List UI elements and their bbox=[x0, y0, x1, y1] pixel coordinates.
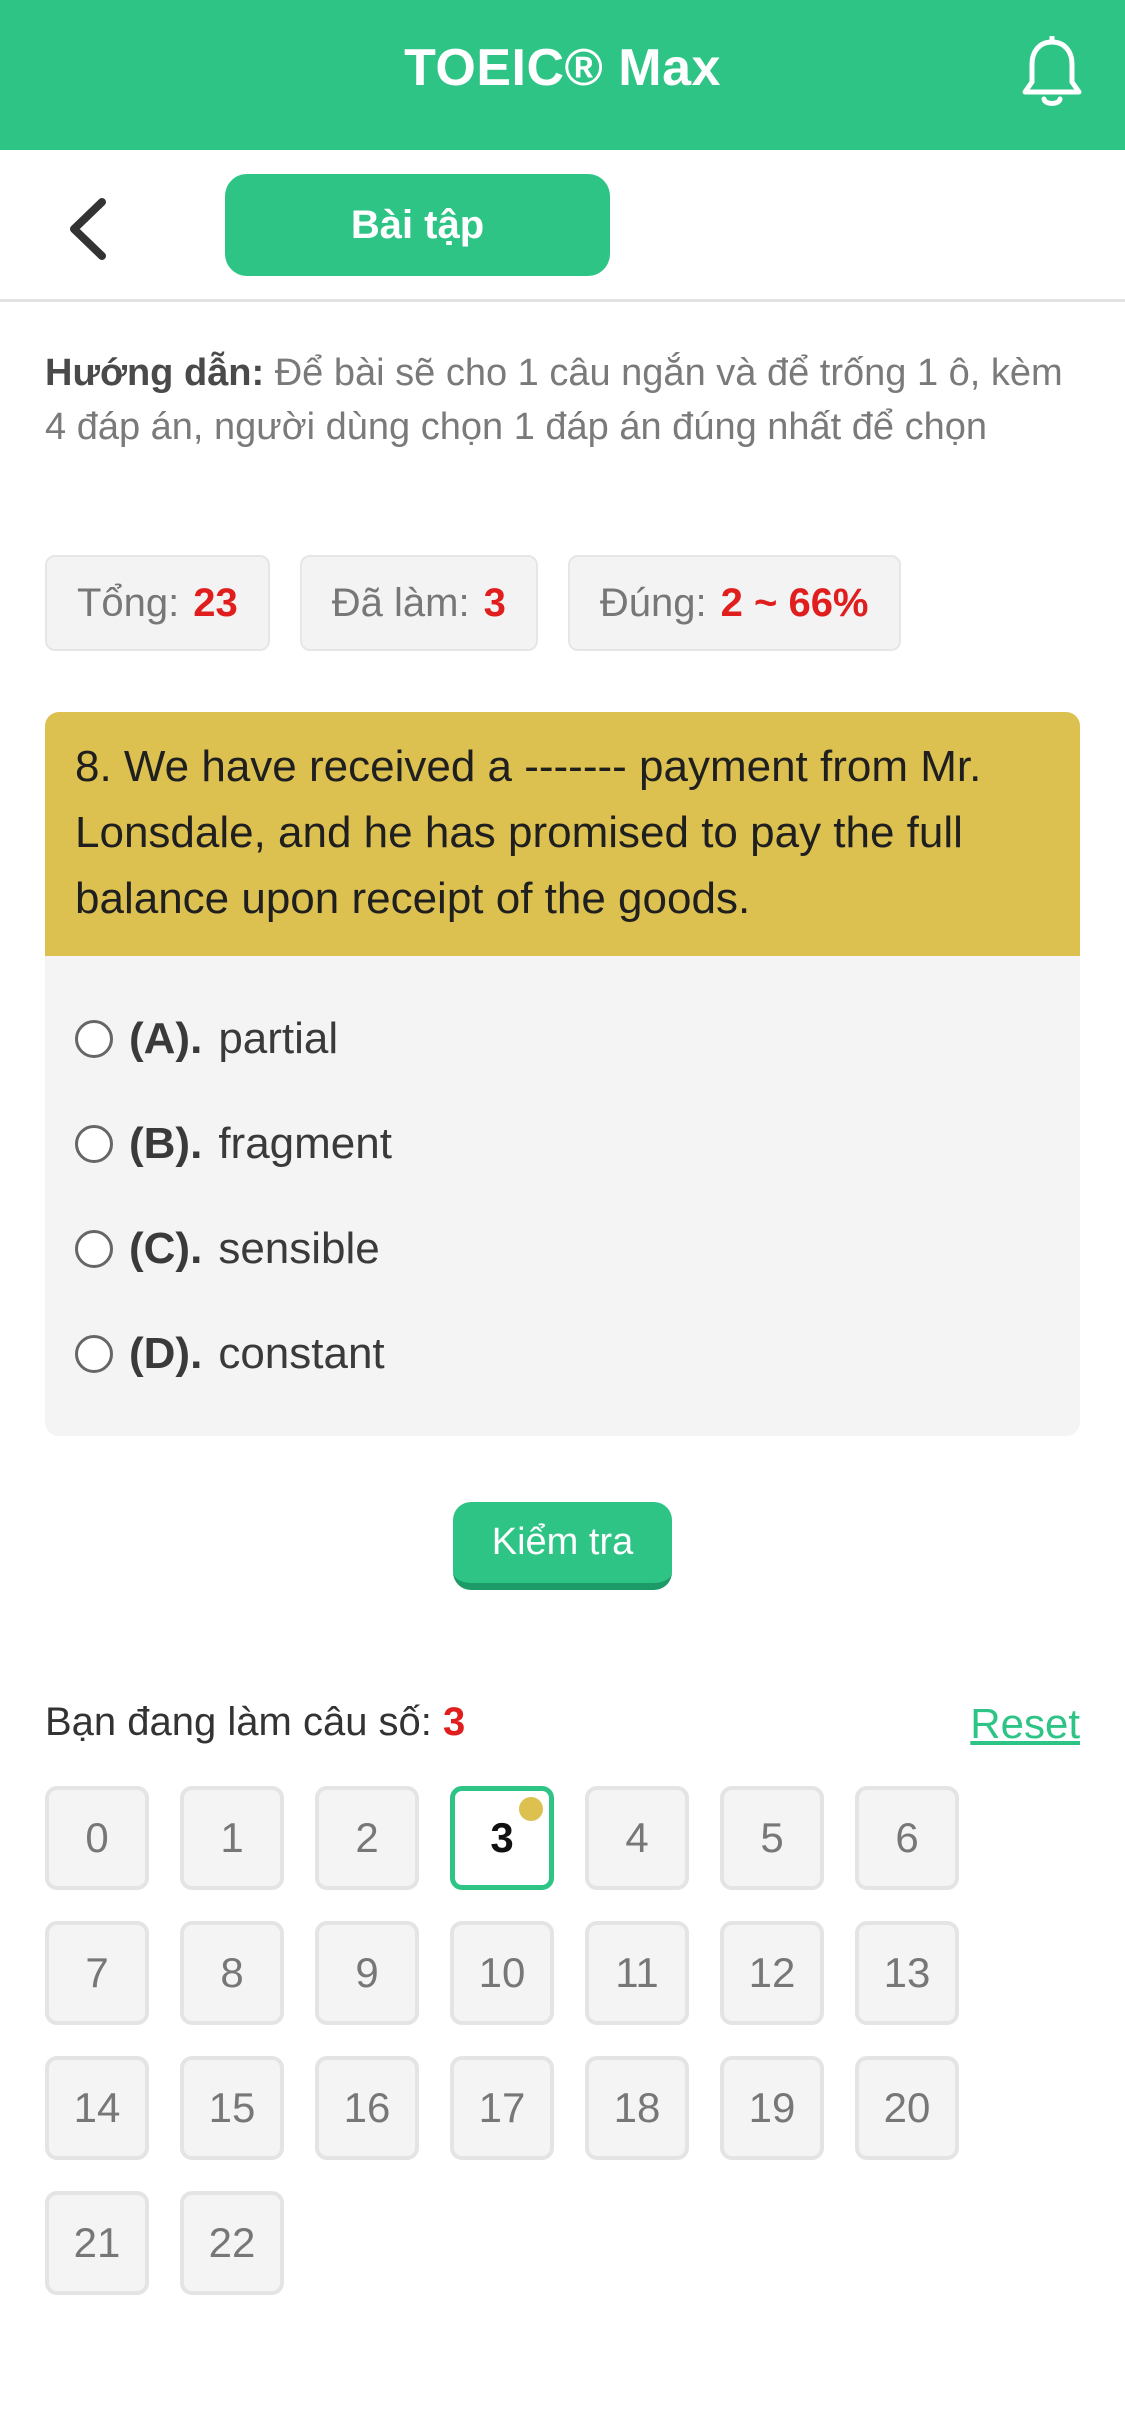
marked-dot-icon bbox=[519, 1797, 543, 1821]
question-number-button-current[interactable]: 3 bbox=[450, 1786, 554, 1890]
radio-button[interactable] bbox=[75, 1334, 113, 1373]
progress-label: Bạn đang làm câu số: bbox=[45, 1700, 432, 1744]
option-label: (D). bbox=[129, 1328, 203, 1378]
option-text: constant bbox=[218, 1328, 385, 1378]
question-number-button[interactable]: 9 bbox=[315, 1921, 419, 2025]
stat-done-value: 3 bbox=[483, 580, 506, 625]
reset-link[interactable]: Reset bbox=[970, 1700, 1080, 1748]
question-number-button[interactable]: 21 bbox=[45, 2191, 149, 2295]
question-number-button[interactable]: 10 bbox=[450, 1921, 554, 2025]
question-text: 8. We have received a ------- payment fr… bbox=[45, 712, 1080, 956]
question-number-button[interactable]: 8 bbox=[180, 1921, 284, 2025]
radio-button[interactable] bbox=[75, 1124, 113, 1163]
check-button[interactable]: Kiểm tra bbox=[453, 1502, 672, 1590]
option-b[interactable]: (B). fragment bbox=[45, 1091, 1080, 1196]
question-number-button[interactable]: 6 bbox=[855, 1786, 959, 1890]
question-number-button[interactable]: 13 bbox=[855, 1921, 959, 2025]
stat-done-label: Đã làm: bbox=[331, 580, 470, 625]
option-label: (A). bbox=[129, 1013, 203, 1063]
question-number-button[interactable]: 0 bbox=[45, 1786, 149, 1890]
question-number-button[interactable]: 18 bbox=[585, 2056, 689, 2160]
question-number-button[interactable]: 4 bbox=[585, 1786, 689, 1890]
question-number: 3 bbox=[490, 1814, 514, 1861]
option-text: sensible bbox=[218, 1223, 380, 1273]
sub-header: Bài tập bbox=[0, 150, 1125, 302]
question-number-button[interactable]: 14 bbox=[45, 2056, 149, 2160]
option-c[interactable]: (C). sensible bbox=[45, 1196, 1080, 1301]
stat-correct-value: 2 ~ 66% bbox=[720, 580, 869, 625]
stat-correct-label: Đúng: bbox=[599, 580, 707, 625]
question-number-button[interactable]: 7 bbox=[45, 1921, 149, 2025]
chevron-left-icon[interactable] bbox=[60, 194, 120, 264]
instructions-label: Hướng dẫn: bbox=[45, 352, 265, 394]
top-bar: TOEIC® Max bbox=[0, 0, 1125, 150]
radio-button[interactable] bbox=[75, 1229, 113, 1268]
question-number-button[interactable]: 11 bbox=[585, 1921, 689, 2025]
question-number-button[interactable]: 2 bbox=[315, 1786, 419, 1890]
option-d[interactable]: (D). constant bbox=[45, 1301, 1080, 1406]
option-label: (B). bbox=[129, 1118, 203, 1168]
progress-current: 3 bbox=[443, 1700, 466, 1744]
option-text: fragment bbox=[218, 1118, 392, 1168]
question-number-button[interactable]: 17 bbox=[450, 2056, 554, 2160]
tab-exercise-button[interactable]: Bài tập bbox=[225, 174, 610, 276]
stat-total: Tổng: 23 bbox=[45, 555, 270, 651]
stat-total-label: Tổng: bbox=[77, 580, 180, 625]
answer-options: (A). partial (B). fragment (C). sensible… bbox=[45, 956, 1080, 1406]
question-number-button[interactable]: 19 bbox=[720, 2056, 824, 2160]
question-number-button[interactable]: 1 bbox=[180, 1786, 284, 1890]
question-number-button[interactable]: 22 bbox=[180, 2191, 284, 2295]
stat-done: Đã làm: 3 bbox=[299, 555, 538, 651]
bell-icon[interactable] bbox=[1017, 36, 1087, 112]
stat-total-value: 23 bbox=[193, 580, 238, 625]
app-title: TOEIC® Max bbox=[404, 39, 721, 97]
question-number-button[interactable]: 12 bbox=[720, 1921, 824, 2025]
option-a[interactable]: (A). partial bbox=[45, 986, 1080, 1091]
progress-indicator: Bạn đang làm câu số: 3 bbox=[45, 1700, 465, 1745]
stat-correct: Đúng: 2 ~ 66% bbox=[567, 555, 901, 651]
question-card: 8. We have received a ------- payment fr… bbox=[45, 712, 1080, 1436]
instructions: Hướng dẫn: Để bài sẽ cho 1 câu ngắn và đ… bbox=[45, 346, 1080, 454]
option-text: partial bbox=[218, 1013, 339, 1063]
option-label: (C). bbox=[129, 1223, 203, 1273]
question-number-button[interactable]: 16 bbox=[315, 2056, 419, 2160]
question-number-button[interactable]: 20 bbox=[855, 2056, 959, 2160]
stats-row: Tổng: 23 Đã làm: 3 Đúng: 2 ~ 66% bbox=[45, 555, 901, 651]
question-number-button[interactable]: 15 bbox=[180, 2056, 284, 2160]
radio-button[interactable] bbox=[75, 1019, 113, 1058]
question-number-button[interactable]: 5 bbox=[720, 1786, 824, 1890]
